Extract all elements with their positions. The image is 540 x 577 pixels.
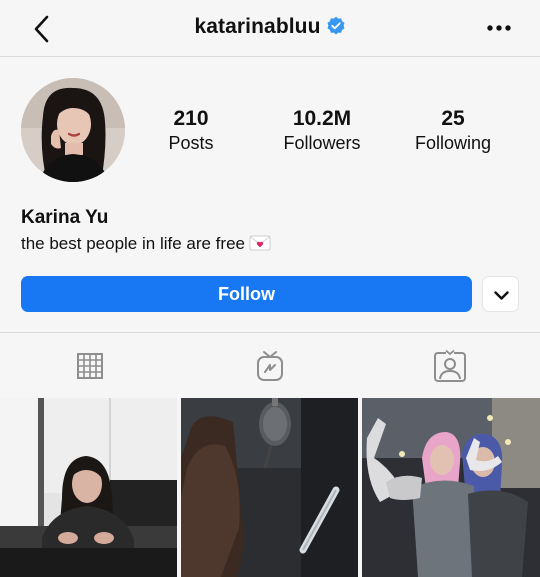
top-bar: katarinabluu xyxy=(0,0,540,57)
following-count: 25 xyxy=(441,107,465,130)
follow-button[interactable]: Follow xyxy=(21,276,472,312)
post-image xyxy=(0,398,177,577)
bio-line: the best people in life are free xyxy=(21,234,271,254)
bio-text: the best people in life are free xyxy=(21,234,245,253)
following-stat[interactable]: 25 Following xyxy=(388,107,518,154)
avatar-image xyxy=(21,78,125,182)
display-name: Karina Yu xyxy=(21,207,109,228)
section-divider xyxy=(0,332,540,333)
verified-badge-icon xyxy=(327,16,345,35)
posts-label: Posts xyxy=(168,133,214,153)
profile-avatar[interactable] xyxy=(21,78,125,182)
post-image xyxy=(362,398,540,577)
suggested-accounts-button[interactable] xyxy=(482,276,519,312)
followers-label: Followers xyxy=(283,133,361,153)
grid-icon[interactable] xyxy=(70,348,110,384)
chevron-down-icon xyxy=(494,291,509,300)
following-label: Following xyxy=(414,133,492,153)
followers-count: 10.2M xyxy=(292,107,352,130)
more-horizontal-icon[interactable] xyxy=(484,18,514,38)
post-image xyxy=(181,398,358,577)
post-thumbnail[interactable] xyxy=(362,398,540,577)
igtv-icon[interactable] xyxy=(250,348,290,384)
username: katarinabluu xyxy=(194,15,321,38)
posts-count: 210 xyxy=(173,107,209,130)
tagged-icon[interactable] xyxy=(430,348,470,384)
posts-stat: 210 Posts xyxy=(126,107,256,154)
love-letter-icon xyxy=(249,235,271,251)
post-thumbnail[interactable] xyxy=(0,398,177,577)
post-thumbnail[interactable] xyxy=(181,398,358,577)
followers-stat[interactable]: 10.2M Followers xyxy=(257,107,387,154)
profile-username-title: katarinabluu xyxy=(0,15,540,39)
